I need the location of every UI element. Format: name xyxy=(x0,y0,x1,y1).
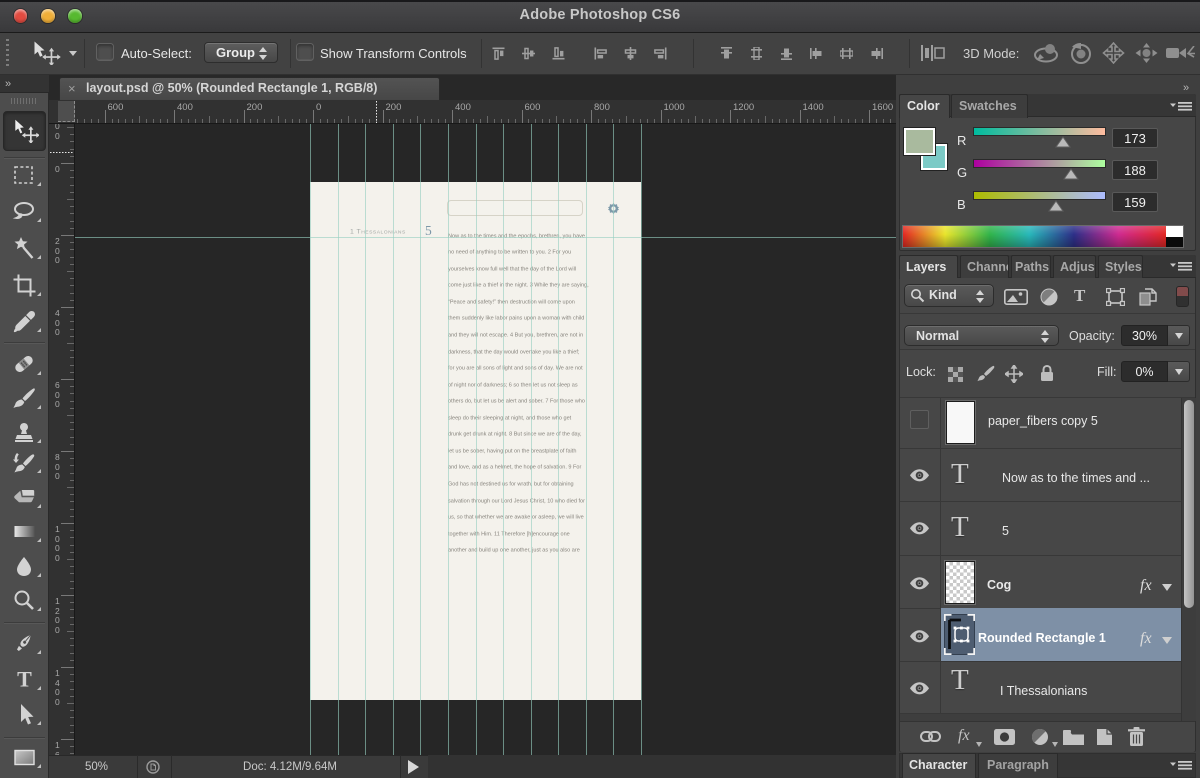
svg-text:T: T xyxy=(17,667,32,692)
